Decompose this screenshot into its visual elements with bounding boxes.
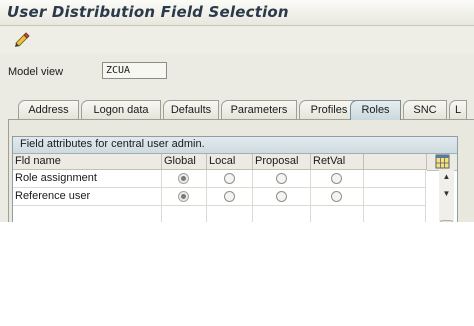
- vertical-scrollbar[interactable]: ▲ ▼: [439, 170, 454, 222]
- tab-logon-data[interactable]: Logon data: [81, 100, 161, 119]
- local-radio[interactable]: [224, 173, 235, 184]
- global-cell: [162, 170, 207, 188]
- table-row: Role assignment: [13, 170, 426, 188]
- scroll-down-arrow-icon[interactable]: ▼: [439, 187, 454, 201]
- model-view-row: Model view ZCUA: [0, 54, 474, 88]
- proposal-radio[interactable]: [276, 191, 287, 202]
- proposal-radio[interactable]: [276, 173, 287, 184]
- title-bar: User Distribution Field Selection: [0, 0, 474, 26]
- empty-cell: [364, 170, 426, 188]
- roles-tab-panel: Field attributes for central user admin.…: [8, 120, 474, 222]
- proposal-cell: [253, 188, 311, 206]
- tab-strip: Address Logon data Defaults Parameters P…: [18, 100, 474, 120]
- local-cell: [207, 170, 253, 188]
- retval-cell: [311, 188, 364, 206]
- empty-cell: [207, 206, 253, 222]
- table-row-empty: [13, 206, 426, 222]
- retval-radio[interactable]: [331, 173, 342, 184]
- tab-parameters[interactable]: Parameters: [221, 100, 297, 119]
- model-view-field[interactable]: ZCUA: [102, 62, 167, 79]
- retval-radio[interactable]: [331, 191, 342, 202]
- table-row: Reference user: [13, 188, 426, 206]
- empty-cell: [364, 188, 426, 206]
- field-attributes-group: Field attributes for central user admin.…: [12, 136, 458, 222]
- edit-pencil-icon: [15, 32, 30, 47]
- edit-button[interactable]: [13, 31, 31, 47]
- tab-address[interactable]: Address: [18, 100, 79, 119]
- global-cell: [162, 188, 207, 206]
- scroll-up-arrow-icon[interactable]: ▲: [439, 170, 454, 184]
- column-header-local[interactable]: Local: [207, 154, 253, 170]
- retval-cell: [311, 170, 364, 188]
- model-view-label: Model view: [8, 66, 64, 78]
- scrollbar-thumb[interactable]: [440, 220, 453, 222]
- window-title: User Distribution Field Selection: [7, 3, 289, 21]
- field-name-cell: Reference user: [13, 188, 162, 206]
- empty-cell: [13, 206, 162, 222]
- application-toolbar: [0, 26, 474, 54]
- empty-cell: [364, 206, 426, 222]
- tab-more[interactable]: L: [449, 100, 467, 119]
- group-title: Field attributes for central user admin.: [20, 138, 205, 150]
- tab-defaults[interactable]: Defaults: [163, 100, 219, 119]
- empty-cell: [311, 206, 364, 222]
- local-cell: [207, 188, 253, 206]
- global-radio[interactable]: [178, 173, 189, 184]
- column-header-global[interactable]: Global: [162, 154, 207, 170]
- column-header-proposal[interactable]: Proposal: [253, 154, 311, 170]
- tab-roles[interactable]: Roles: [350, 100, 401, 120]
- proposal-cell: [253, 170, 311, 188]
- tab-snc[interactable]: SNC: [403, 100, 447, 119]
- table-settings-button[interactable]: [427, 154, 457, 171]
- local-radio[interactable]: [224, 191, 235, 202]
- column-header-retval[interactable]: RetVal: [311, 154, 364, 170]
- empty-cell: [162, 206, 207, 222]
- field-attributes-table: Fld name Global Local Proposal RetVal Ro…: [13, 154, 457, 222]
- column-header-fld-name[interactable]: Fld name: [13, 154, 162, 170]
- sap-window: User Distribution Field Selection Model …: [0, 0, 474, 222]
- global-radio[interactable]: [178, 191, 189, 202]
- group-title-bar: Field attributes for central user admin.: [13, 137, 457, 154]
- empty-cell: [253, 206, 311, 222]
- table-settings-icon: [435, 154, 450, 169]
- column-header-filler: [364, 154, 427, 170]
- field-name-cell: Role assignment: [13, 170, 162, 188]
